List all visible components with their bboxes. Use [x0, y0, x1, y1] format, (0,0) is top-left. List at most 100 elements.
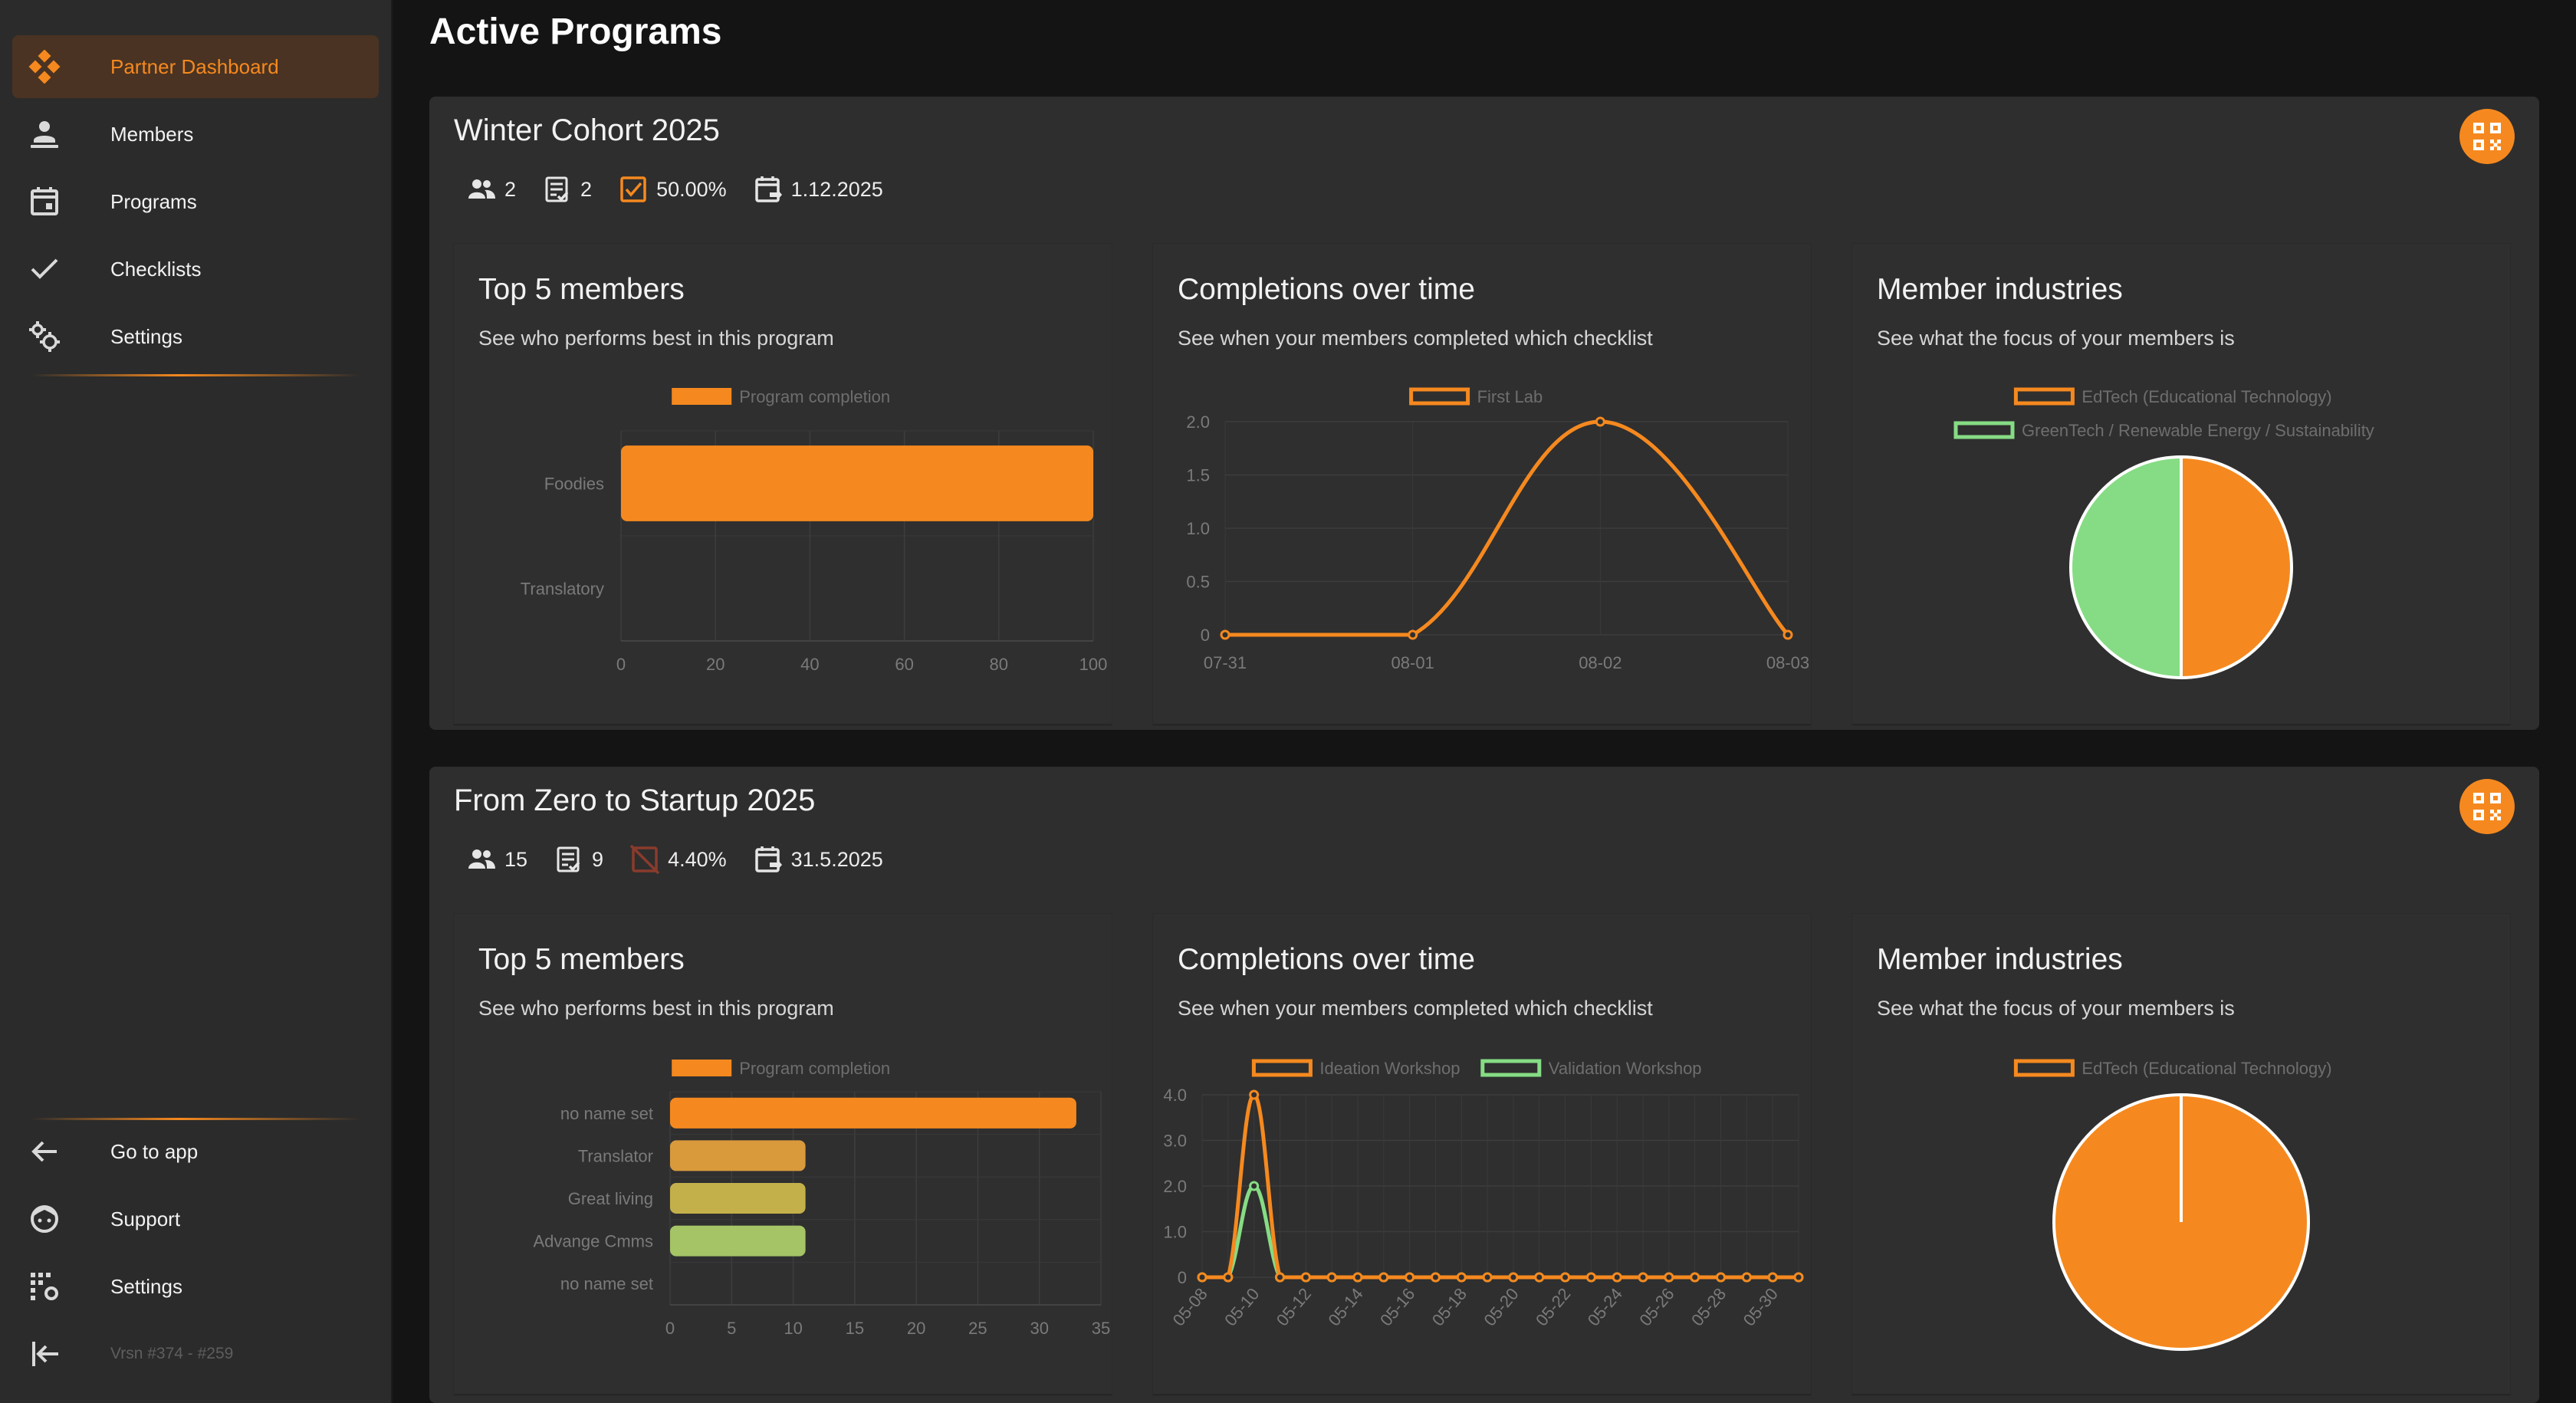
- sidebar-item-label: Members: [110, 122, 194, 146]
- x-tick-label: 05-08: [1169, 1284, 1211, 1329]
- x-tick-label: 08-02: [1579, 653, 1622, 672]
- stat-completion: 50.00%: [618, 174, 727, 205]
- data-point: [1197, 1272, 1208, 1283]
- qr-code-icon: [2473, 123, 2501, 150]
- legend-label: Program completion: [739, 387, 890, 406]
- data-point: [1220, 629, 1230, 640]
- x-tick-label: 05-22: [1532, 1284, 1574, 1329]
- sidebar-item-support[interactable]: Support: [12, 1188, 379, 1250]
- x-tick-label: 05-28: [1687, 1284, 1730, 1329]
- y-tick-label: 3.0: [1163, 1132, 1187, 1151]
- data-point: [1300, 1272, 1311, 1283]
- checkmark-icon: [31, 258, 58, 279]
- y-tick-label: Translatory: [521, 580, 604, 599]
- pie-slice: [2180, 455, 2293, 679]
- building-settings-icon: [31, 1273, 58, 1300]
- completions-chart: Ideation Workshop Validation Workshop 0 1.0…: [1163, 1059, 1804, 1329]
- data-point: [1716, 1272, 1727, 1283]
- stat-checklists: 2: [542, 174, 592, 205]
- industries-chart: EdTech (Educational Technology) GreenTech…: [1953, 387, 2374, 679]
- calendar-icon: [31, 187, 58, 215]
- program-stats: 15 9 4.40% 31.5.2025: [466, 840, 909, 879]
- legend-swatch: [1480, 1059, 1542, 1077]
- y-tick-label: 1.5: [1186, 466, 1210, 485]
- calendar-arrow-icon: [754, 176, 782, 202]
- y-tick-label: 0: [1201, 626, 1210, 645]
- page-title: Active Programs: [429, 12, 722, 52]
- industries-panel: Member industries See what the focus of …: [1852, 244, 2510, 725]
- data-point: [1534, 1272, 1545, 1283]
- calendar-arrow-icon: [754, 846, 782, 872]
- data-point: [1638, 1272, 1648, 1283]
- legend-swatch: [1251, 1059, 1313, 1077]
- sidebar-item-members[interactable]: Members: [12, 103, 379, 166]
- y-tick-label: Great living: [568, 1189, 653, 1208]
- y-tick-label: 1.0: [1163, 1223, 1187, 1242]
- stat-members: 15: [466, 844, 527, 875]
- bar: [670, 1182, 806, 1214]
- legend-label: Validation Workshop: [1549, 1059, 1702, 1078]
- x-tick-label: 80: [990, 655, 1008, 674]
- x-tick-label: 0: [616, 655, 626, 674]
- bar: [621, 445, 1093, 521]
- y-tick-label: 4.0: [1163, 1086, 1187, 1105]
- y-tick-label: no name set: [560, 1104, 653, 1123]
- data-point: [1741, 1272, 1752, 1283]
- qr-code-button[interactable]: [2459, 109, 2515, 164]
- sidebar-item-partner-dashboard[interactable]: Partner Dashboard: [12, 35, 379, 98]
- industries-chart: EdTech (Educational Technology): [2013, 1059, 2332, 1351]
- top-members-chart: Program completion 0 5 10 15 20 25 30 35 no name …: [533, 1059, 1110, 1338]
- sidebar-item-label: Support: [110, 1207, 181, 1230]
- data-point: [1508, 1272, 1519, 1283]
- y-tick-label: 0.5: [1186, 573, 1210, 592]
- y-tick-label: Advange Cmms: [533, 1232, 653, 1251]
- data-point: [1585, 1272, 1596, 1283]
- people-icon: [468, 849, 495, 869]
- qr-code-button[interactable]: [2459, 779, 2515, 834]
- version-label: Vrsn #374 - #259: [110, 1345, 234, 1362]
- industries-panel: Member industries See what the focus of …: [1852, 914, 2510, 1395]
- x-tick-label: 5: [727, 1319, 736, 1338]
- data-point: [1326, 1272, 1337, 1283]
- x-tick-label: 15: [846, 1319, 864, 1338]
- x-tick-label: 35: [1092, 1319, 1110, 1338]
- qr-code-icon: [2473, 793, 2501, 820]
- arrow-left-icon: [31, 1141, 57, 1162]
- x-tick-label: 08-01: [1392, 653, 1434, 672]
- sidebar-item-programs[interactable]: Programs: [12, 170, 379, 233]
- sidebar-divider: [31, 374, 360, 376]
- legend-swatch: [672, 388, 732, 405]
- top-members-chart: Program completion 0 20 40 60 80 100 Foodies Tra…: [521, 387, 1108, 674]
- x-tick-label: 0: [665, 1319, 675, 1338]
- sidebar-item-app-settings[interactable]: Settings: [12, 1255, 379, 1318]
- data-point: [1612, 1272, 1622, 1283]
- support-icon: [31, 1205, 58, 1233]
- data-point: [1783, 629, 1793, 640]
- sidebar-item-go-to-app[interactable]: Go to app: [12, 1120, 379, 1183]
- gears-icon: [29, 321, 60, 352]
- legend-label: GreenTech / Renewable Energy / Sustainab…: [2022, 421, 2374, 440]
- data-point: [1405, 1272, 1415, 1283]
- y-tick-label: 2.0: [1186, 412, 1210, 432]
- people-icon: [468, 179, 495, 199]
- sidebar-item-settings[interactable]: Settings: [12, 305, 379, 368]
- legend-swatch: [2013, 1059, 2075, 1077]
- legend-label: Program completion: [739, 1059, 890, 1078]
- legend-swatch: [672, 1060, 732, 1076]
- x-tick-label: 100: [1079, 655, 1108, 674]
- x-tick-label: 05-16: [1376, 1284, 1418, 1329]
- x-tick-label: 10: [784, 1319, 802, 1338]
- data-point: [1767, 1272, 1778, 1283]
- legend-label: Ideation Workshop: [1319, 1059, 1460, 1078]
- bar: [670, 1140, 806, 1171]
- x-tick-label: 05-30: [1740, 1284, 1782, 1329]
- x-tick-label: 30: [1030, 1319, 1048, 1338]
- members-icon: [31, 121, 58, 148]
- sidebar-item-checklists[interactable]: Checklists: [12, 238, 379, 301]
- stat-completion: 4.40%: [629, 844, 727, 875]
- completions-chart: First Lab 0 0.5 1.0 1.5 2.0 07-31 08-01 08-02 08-…: [1186, 387, 1809, 672]
- data-point: [1664, 1272, 1674, 1283]
- stat-checklists: 9: [554, 844, 603, 875]
- x-tick-label: 05-20: [1480, 1284, 1522, 1329]
- program-card: Winter Cohort 2025 2 2 50.00% 1.12.2025 …: [429, 97, 2539, 730]
